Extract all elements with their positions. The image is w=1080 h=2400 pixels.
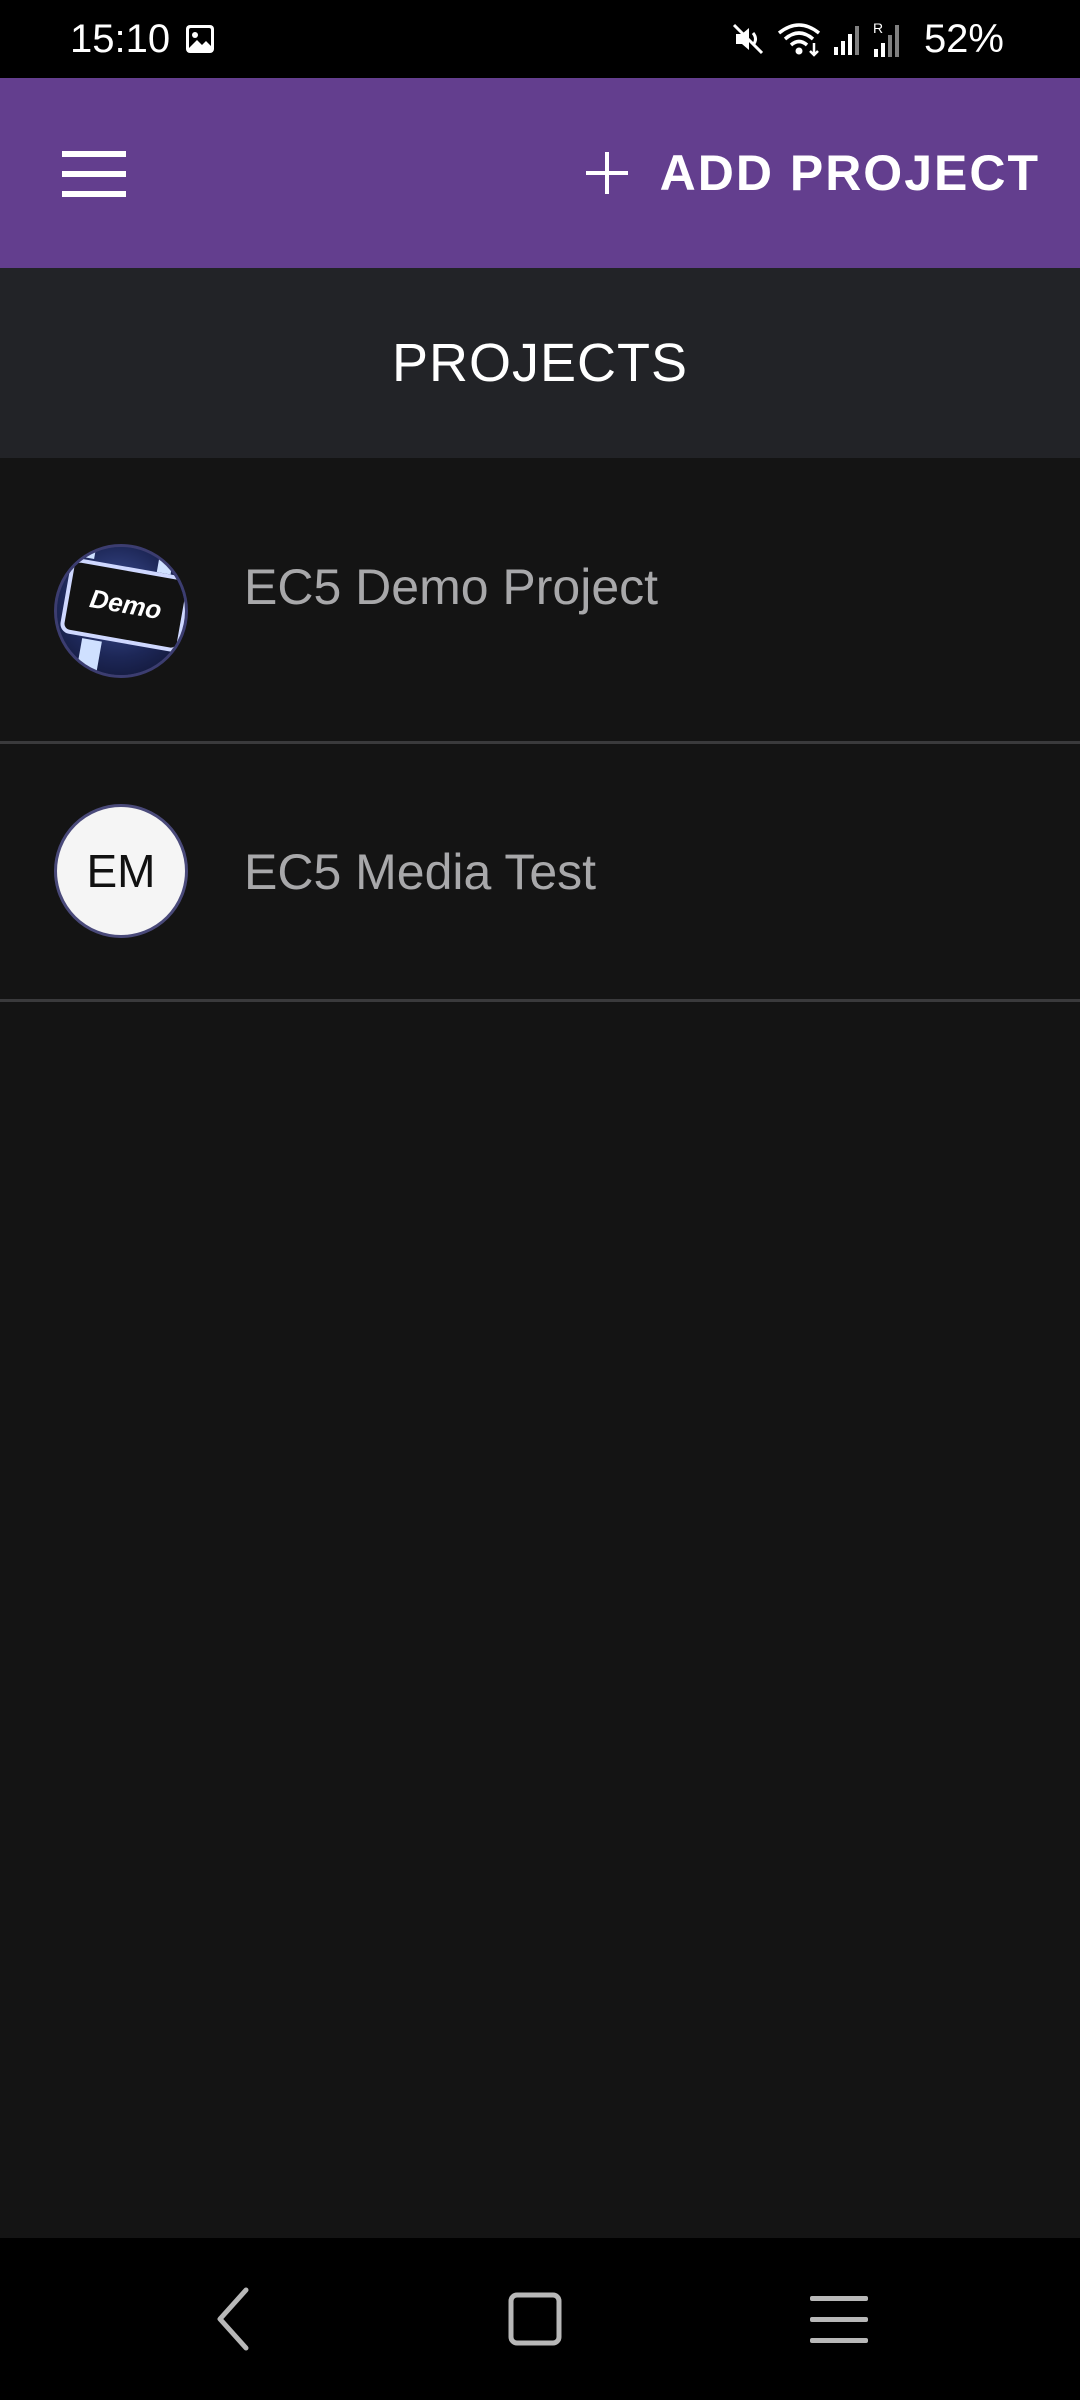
signal-icon — [833, 26, 859, 55]
project-item-ec5-demo-project[interactable]: Demo EC5 Demo Project — [0, 458, 1080, 744]
roaming-signal-icon: R — [873, 20, 899, 57]
project-list: Demo EC5 Demo Project EM EC5 Media Test — [0, 458, 1080, 1002]
page-title: PROJECTS — [391, 333, 689, 393]
gallery-notification-icon — [186, 25, 214, 53]
hamburger-menu-icon — [62, 151, 126, 197]
battery-level: 52% — [923, 17, 1004, 61]
recents-button[interactable] — [794, 2274, 884, 2364]
project-name: EC5 Demo Project — [244, 559, 659, 615]
projects-screen: 15:10 R 52% ADD PROJECT PROJECTS Demo EC… — [0, 0, 1080, 2400]
recents-icon — [810, 2296, 868, 2343]
plus-icon — [585, 152, 628, 194]
status-time: 15:10 — [70, 17, 171, 61]
back-icon — [217, 2287, 249, 2351]
status-bar: 15:10 R 52% — [0, 0, 1080, 78]
status-icons: R 52% — [730, 12, 1004, 66]
app-bar: ADD PROJECT — [0, 78, 1080, 268]
project-avatar-initials: EM — [54, 804, 188, 938]
project-avatar-demo: Demo — [54, 544, 188, 678]
home-button[interactable] — [490, 2274, 580, 2364]
avatar-initials: EM — [86, 845, 156, 897]
section-header: PROJECTS — [0, 268, 1080, 458]
add-project-button[interactable]: ADD PROJECT — [584, 123, 1040, 223]
project-item-ec5-media-test[interactable]: EM EC5 Media Test — [0, 744, 1080, 1002]
menu-button[interactable] — [44, 133, 144, 213]
add-project-label: ADD PROJECT — [659, 145, 1040, 201]
home-icon — [508, 2292, 562, 2346]
svg-text:R: R — [873, 20, 883, 36]
back-button[interactable] — [190, 2274, 280, 2364]
mute-icon — [732, 23, 763, 55]
wifi-icon — [777, 23, 821, 57]
system-navigation-bar — [0, 2238, 1080, 2400]
demo-key-image: Demo — [57, 547, 185, 675]
project-name: EC5 Media Test — [244, 843, 597, 900]
